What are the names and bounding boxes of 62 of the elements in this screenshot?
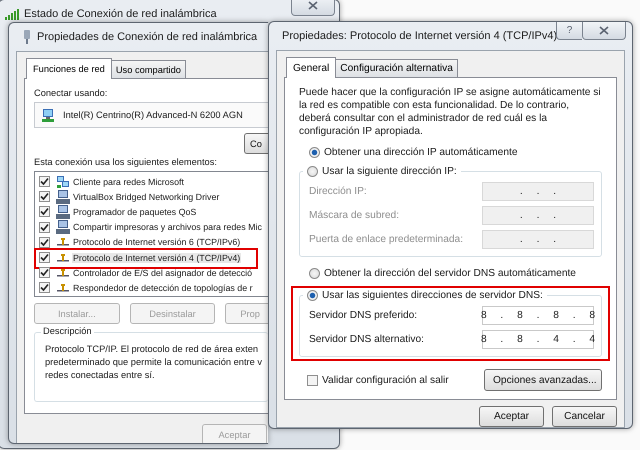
option-label: Usar las siguientes direcciones de servidor DNS: [321, 290, 543, 300]
checkbox[interactable] [39, 282, 50, 294]
tab[interactable]: Funciones de red [26, 58, 112, 79]
list-item[interactable]: Cliente para redes Microsoft [72, 176, 185, 187]
list-item[interactable]: VirtualBox Bridged Networking Driver [72, 192, 220, 202]
intro-text: Puede hacer que la configuración IP se asigne automáticamente si la red es compatible con esta funcionalidad. De lo contrario, deberá consultar con el administrador de red cuál es la configuración IP apropiada. [299, 86, 602, 138]
advanced-options-button[interactable]: Opciones avanzadas... [484, 369, 602, 391]
list-item[interactable]: Programador de paquetes QoS [72, 206, 198, 217]
network-plug-icon [22, 30, 32, 44]
checkbox[interactable] [39, 267, 50, 278]
checkbox[interactable] [39, 222, 50, 233]
field-label: Puerta de enlace predeterminada: [309, 234, 464, 244]
field-label: Conectar usando: [34, 88, 108, 98]
window-title: Propiedades de Conexión de red inalámbrica [37, 31, 258, 43]
option-label: Obtener una dirección IP automáticamente [323, 146, 518, 158]
tab[interactable]: Uso compartido [110, 60, 186, 78]
group-title: Descripción [41, 326, 94, 336]
field-label: Máscara de subred: [309, 210, 400, 220]
description-text: Protocolo TCP/IP. El protocolo de red de área exten predeterminado que permite la comunicación entre v redes conectadas entre sí. [45, 343, 264, 382]
network-adapter-icon [41, 108, 55, 122]
field-label: Servidor DNS preferido: [309, 310, 418, 320]
computer-icon [56, 220, 70, 234]
checkbox[interactable] [39, 176, 50, 188]
ok-button[interactable]: Aceptar [479, 406, 544, 427]
tab[interactable]: General [286, 57, 336, 78]
checkbox[interactable] [39, 206, 50, 218]
option-label: Obtener la dirección del servidor DNS automáticamente [323, 268, 576, 278]
list-item[interactable]: Controlador de E/S del asignador de detecció [72, 268, 254, 278]
close-button[interactable] [582, 22, 626, 40]
checkbox[interactable] [307, 374, 318, 386]
ip-address-field[interactable]: 8 . 8 . 8 . 8 [482, 306, 594, 324]
field-label: Servidor DNS alternativo: [309, 334, 424, 344]
window-title: Estado de Conexión de red inalámbrica [24, 8, 217, 20]
list-item[interactable]: Protocolo de Internet versión 6 (TCP/IPv6) [72, 237, 242, 248]
tab[interactable]: Configuración alternativa [335, 59, 458, 77]
list-item[interactable]: Compartir impresoras y archivos para redes Mic [72, 222, 263, 232]
checkbox[interactable] [39, 236, 50, 248]
list-label: Esta conexión usa los siguientes elementos: [34, 157, 218, 167]
checkbox[interactable] [39, 252, 50, 264]
close-icon [599, 26, 609, 35]
computer-icon [56, 204, 70, 219]
radio-button[interactable] [309, 268, 320, 278]
field-label: Dirección IP: [309, 186, 367, 196]
dialog-title: Propiedades: Protocolo de Internet versión 4 (TCP/IPv4) [282, 30, 558, 42]
radio-button[interactable] [307, 290, 318, 300]
radio-button[interactable] [307, 166, 318, 176]
adapter-name: Intel(R) Centrino(R) Advanced-N 6200 AGN [63, 110, 243, 120]
ip-address-field[interactable]: 8 . 8 . 4 . 4 [482, 330, 594, 348]
close-button[interactable] [291, 0, 335, 16]
radio-button[interactable] [309, 146, 320, 158]
list-item[interactable]: Respondedor de detección de topologías de r [72, 282, 254, 293]
cancel-button[interactable]: Cancelar [552, 406, 617, 427]
checkbox[interactable] [39, 191, 50, 202]
configure-button[interactable]: Co [244, 133, 268, 154]
computer-icon [56, 190, 70, 204]
checkbox-label: Validar configuración al salir [321, 374, 449, 386]
signal-icon [5, 8, 19, 20]
help-button[interactable]: ? [556, 22, 582, 40]
list-item[interactable]: Protocolo de Internet versión 4 (TCP/IPv4) [72, 252, 242, 263]
close-icon [308, 1, 318, 10]
option-label: Usar la siguiente dirección IP: [321, 166, 457, 176]
network-computers-icon [56, 174, 70, 189]
